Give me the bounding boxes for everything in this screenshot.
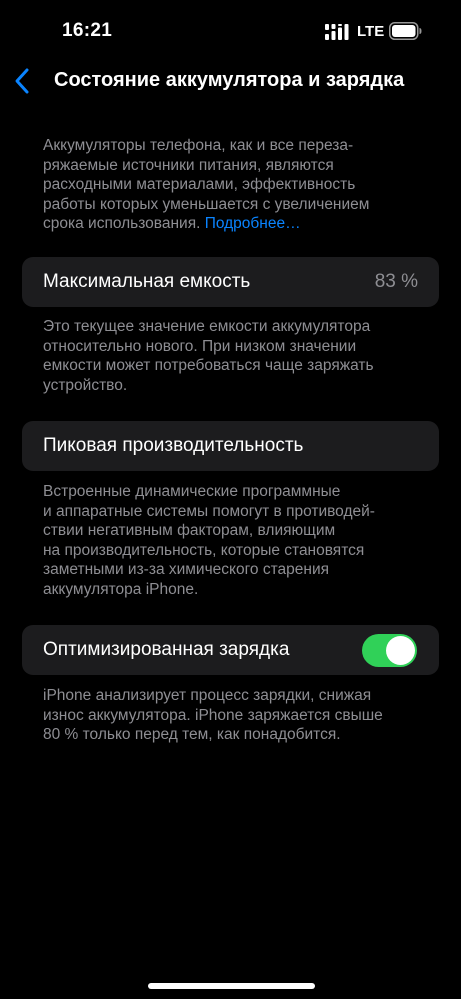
description-line: Это текущее значение емкости аккумулятор… (43, 318, 371, 335)
signal-bars-icon (325, 24, 349, 40)
status-bar: 16:21 LTE (0, 0, 461, 60)
description-line: устройство. (43, 376, 128, 394)
description-line: iPhone анализирует процесс зарядки, сниж… (43, 687, 372, 704)
description-line: износ аккумулятора. iPhone заряжается св… (43, 706, 383, 724)
intro-line: ряжаемые источники питания, являются (43, 156, 334, 174)
optimized-charging-description: iPhone анализирует процесс зарядки, сниж… (43, 686, 423, 745)
optimized-charging-row: Оптимизированная зарядка (22, 625, 439, 675)
intro-line: работы которых уменьшается с увеличением (43, 195, 370, 213)
intro-text: Аккумуляторы телефона, как и все переза-… (43, 136, 423, 234)
max-capacity-row: Максимальная емкость 83 % (22, 257, 439, 307)
toggle-knob (386, 636, 415, 665)
learn-more-link[interactable]: Подробнее… (205, 215, 301, 232)
max-capacity-description: Это текущее значение емкости аккумулятор… (43, 317, 423, 395)
intro-line: Аккумуляторы телефона, как и все переза- (43, 137, 354, 154)
chevron-left-icon[interactable] (10, 66, 34, 96)
peak-performance-description: Встроенные динамические программные и ап… (43, 482, 423, 599)
description-line: Встроенные динамические программные (43, 483, 341, 500)
intro-line-text: срока использования. (43, 215, 201, 232)
navigation-bar: Состояние аккумулятора и зарядка (0, 60, 461, 104)
status-time: 16:21 (62, 20, 113, 41)
peak-performance-label: Пиковая производительность (43, 435, 304, 456)
optimized-charging-label: Оптимизированная зарядка (43, 639, 290, 660)
description-line: 80 % только перед тем, как понадобится. (43, 726, 341, 743)
max-capacity-value: 83 % (374, 271, 418, 292)
network-type: LTE (357, 23, 385, 40)
optimized-charging-toggle[interactable] (362, 634, 417, 667)
max-capacity-label: Максимальная емкость (43, 271, 251, 292)
peak-performance-row: Пиковая производительность (22, 421, 439, 471)
description-line: ствии негативным факторам, влияющим (43, 522, 336, 539)
home-indicator (148, 983, 315, 989)
intro-line: срока использования. Подробнее… (43, 214, 423, 234)
battery-icon (389, 22, 422, 40)
page-title: Состояние аккумулятора и зарядка (54, 69, 405, 91)
description-line: аккумулятора iPhone. (43, 580, 199, 598)
description-line: на производительность, которые становятс… (43, 541, 365, 559)
description-line: относительно нового. При низком значении (43, 337, 357, 355)
description-line: и аппаратные системы помогут в противоде… (43, 502, 375, 520)
intro-line: расходными материалами, эффективность (43, 176, 356, 193)
description-line: емкости может потребоваться чаще заряжат… (43, 357, 374, 374)
description-line: заметными из-за химического старения (43, 561, 330, 578)
